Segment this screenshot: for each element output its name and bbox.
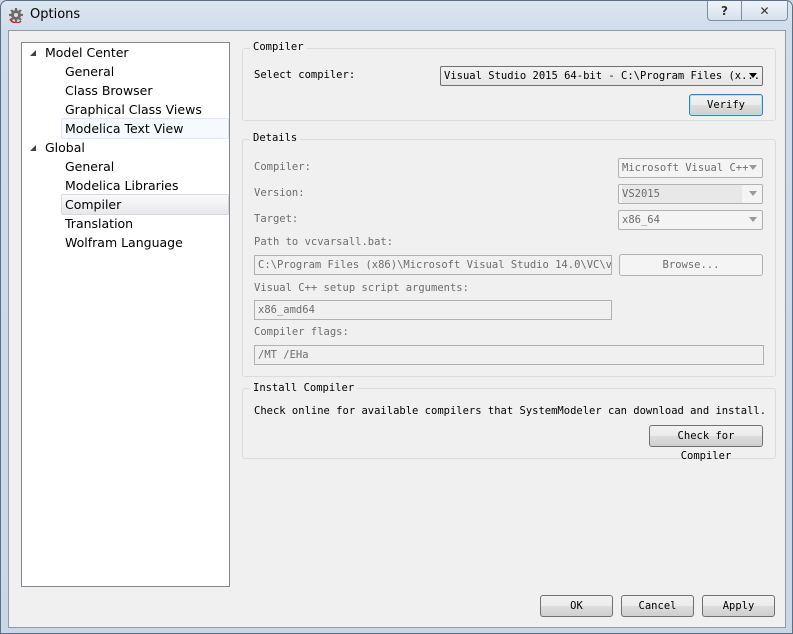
tree-group-global[interactable]: Global	[42, 138, 88, 157]
expanded-triangle-icon[interactable]	[30, 145, 36, 151]
help-icon: ?	[721, 3, 728, 18]
setup-args-field[interactable]: x86_amd64	[254, 300, 612, 320]
install-description: Check online for available compilers tha…	[254, 405, 767, 417]
window-title: Options	[30, 7, 81, 22]
version-dropdown[interactable]: VS2015	[618, 184, 763, 204]
install-compiler-group-title: Install Compiler	[250, 382, 358, 394]
chevron-down-icon	[749, 217, 757, 222]
tree-item-graphical-class-views[interactable]: Graphical Class Views	[62, 100, 205, 119]
compiler-flags-field[interactable]: /MT /EHa	[254, 345, 764, 365]
path-label: Path to vcvarsall.bat:	[254, 236, 394, 248]
title-bar: Options ? ✕	[1, 1, 792, 31]
compiler-dropdown[interactable]: Microsoft Visual C++	[618, 158, 763, 178]
options-tree: Model Center General Class Browser Graph…	[21, 42, 230, 587]
compiler-group-title: Compiler	[250, 41, 307, 53]
help-button[interactable]: ?	[707, 1, 742, 21]
ok-button[interactable]: OK	[540, 595, 613, 617]
tree-item-modelica-libraries[interactable]: Modelica Libraries	[62, 176, 182, 195]
target-dropdown[interactable]: x86_64	[618, 210, 763, 230]
tree-item-global-general[interactable]: General	[62, 157, 117, 176]
apply-button[interactable]: Apply	[702, 595, 775, 617]
verify-button[interactable]: Verify	[689, 94, 763, 116]
tree-item-modelica-text-view[interactable]: Modelica Text View	[61, 118, 229, 139]
tree-group-model-center[interactable]: Model Center	[42, 43, 132, 62]
select-compiler-label: Select compiler:	[254, 69, 356, 81]
version-label: Version:	[254, 187, 305, 199]
tree-item-class-browser[interactable]: Class Browser	[62, 81, 156, 100]
compiler-label: Compiler:	[254, 161, 311, 173]
setup-args-label: Visual C++ setup script arguments:	[254, 282, 469, 294]
check-for-compiler-button[interactable]: Check for Compiler	[649, 425, 763, 462]
target-label: Target:	[254, 213, 299, 225]
gear-icon	[9, 8, 23, 23]
tree-item-wolfram-language[interactable]: Wolfram Language	[62, 233, 186, 252]
vcvarsall-path-field[interactable]: C:\Program Files (x86)\Microsoft Visual …	[254, 255, 612, 275]
chevron-down-icon	[749, 191, 757, 196]
tree-item-translation[interactable]: Translation	[62, 214, 136, 233]
options-dialog: Options ? ✕ Model Center General Class B…	[0, 0, 793, 634]
close-icon: ✕	[759, 3, 770, 18]
chevron-down-icon	[749, 165, 757, 170]
cancel-button[interactable]: Cancel	[621, 595, 694, 617]
browse-button[interactable]: Browse...	[619, 254, 763, 276]
compiler-flags-label: Compiler flags:	[254, 326, 349, 338]
details-group-title: Details	[250, 132, 301, 144]
select-compiler-dropdown[interactable]: Visual Studio 2015 64-bit - C:\Program F…	[440, 66, 763, 86]
close-button[interactable]: ✕	[742, 1, 788, 21]
tree-item-compiler[interactable]: Compiler	[61, 194, 229, 215]
chevron-down-icon	[749, 73, 757, 78]
expanded-triangle-icon[interactable]	[30, 50, 36, 56]
tree-item-model-center-general[interactable]: General	[62, 62, 117, 81]
dialog-client: Model Center General Class Browser Graph…	[8, 30, 786, 628]
